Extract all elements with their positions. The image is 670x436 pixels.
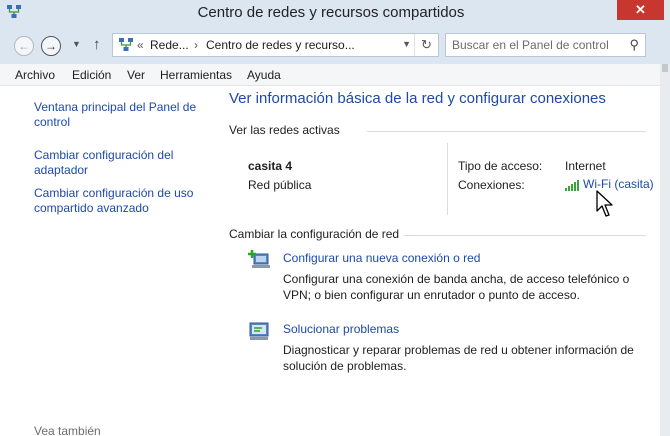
main-content: Ver información básica de la red y confi… [215, 86, 660, 436]
new-connection-icon [248, 250, 270, 268]
up-arrow-icon: ↑ [93, 36, 101, 53]
search-icon[interactable]: ⚲ [629, 37, 639, 53]
advanced-sharing-settings-link[interactable]: Cambiar configuración de uso compartido … [34, 186, 209, 216]
control-panel-home-link[interactable]: Ventana principal del Panel de control [34, 100, 209, 130]
change-network-heading: Cambiar la configuración de red [229, 227, 400, 241]
menu-archivo[interactable]: Archivo [15, 68, 55, 82]
back-button[interactable]: ← [14, 36, 34, 56]
forward-button[interactable]: → [41, 36, 61, 56]
vertical-scrollbar[interactable] [660, 64, 670, 436]
network-type-link[interactable]: Red pública [248, 178, 311, 192]
search-box[interactable]: ⚲ [445, 33, 646, 57]
forward-arrow-icon: → [45, 39, 57, 53]
menu-ver[interactable]: Ver [127, 68, 145, 82]
section-divider [367, 131, 646, 132]
troubleshoot-problems-description: Diagnosticar y reparar problemas de red … [283, 343, 634, 373]
menu-bar: Archivo Edición Ver Herramientas Ayuda [0, 64, 670, 86]
setup-new-connection-link[interactable]: Configurar una nueva conexión o red [283, 251, 480, 265]
network-center-icon [119, 38, 133, 51]
address-overflow[interactable]: « [137, 38, 144, 52]
navigation-bar: ← → ▼ ↑ « Rede... › Centro de redes y re… [0, 27, 670, 64]
network-name: casita 4 [248, 159, 293, 173]
section-divider [403, 235, 646, 236]
setup-new-connection-description: Configurar una conexión de banda ancha, … [283, 272, 630, 302]
window-title: Centro de redes y recursos compartidos [197, 4, 465, 21]
vertical-divider [447, 143, 448, 215]
change-adapter-settings-link[interactable]: Cambiar configuración del adaptador [34, 148, 194, 178]
menu-herramientas[interactable]: Herramientas [160, 68, 232, 82]
wifi-connection-link[interactable]: Wi-Fi (casita) [565, 177, 654, 191]
connections-label: Conexiones: [458, 178, 525, 192]
page-title: Ver información básica de la red y confi… [229, 90, 606, 107]
mouse-pointer-icon [596, 190, 613, 217]
access-type-label: Tipo de acceso: [458, 159, 543, 173]
troubleshoot-icon [249, 322, 269, 340]
address-bar[interactable]: « Rede... › Centro de redes y recurso...… [112, 33, 439, 57]
menu-edicion[interactable]: Edición [72, 68, 111, 82]
refresh-button[interactable]: ↻ [414, 34, 438, 56]
title-bar[interactable]: Centro de redes y recursos compartidos ✕ [0, 0, 670, 27]
chevron-down-icon: ▼ [402, 39, 411, 49]
address-segment-redes[interactable]: Rede... [150, 38, 189, 52]
chevron-down-icon: ▼ [72, 39, 81, 49]
see-also-heading: Vea también [34, 424, 101, 436]
active-networks-heading: Ver las redes activas [229, 123, 340, 137]
recent-locations-button[interactable]: ▼ [72, 39, 81, 49]
menu-ayuda[interactable]: Ayuda [247, 68, 281, 82]
address-dropdown-button[interactable]: ▼ [402, 39, 411, 49]
up-button[interactable]: ↑ [93, 36, 101, 53]
search-input[interactable] [452, 37, 617, 53]
access-type-value: Internet [565, 159, 606, 173]
scrollbar-thumb[interactable] [662, 64, 668, 72]
wifi-signal-icon [565, 180, 579, 191]
address-segment-centro[interactable]: Centro de redes y recurso... [206, 38, 355, 52]
back-arrow-icon: ← [18, 39, 30, 53]
wifi-connection-label[interactable]: Wi-Fi (casita) [583, 177, 654, 191]
address-separator[interactable]: › [194, 38, 198, 52]
close-button[interactable]: ✕ [617, 0, 664, 20]
left-pane: Ventana principal del Panel de control C… [0, 86, 215, 436]
refresh-icon: ↻ [421, 37, 432, 52]
troubleshoot-problems-link[interactable]: Solucionar problemas [283, 322, 399, 336]
